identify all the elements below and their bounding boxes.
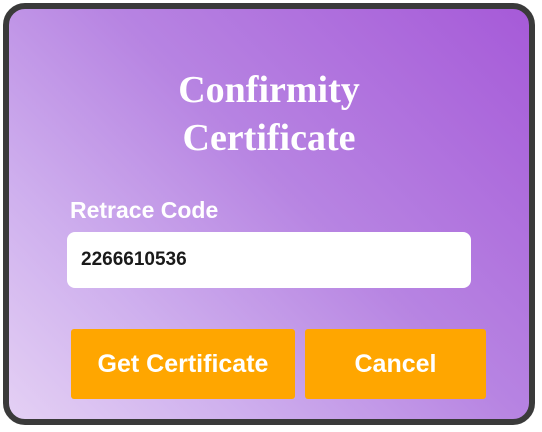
dialog-title: Confirmity Certificate [9, 66, 529, 162]
certificate-dialog: Confirmity Certificate Retrace Code Get … [3, 3, 535, 425]
get-certificate-button[interactable]: Get Certificate [71, 329, 295, 399]
dialog-title-line-1: Confirmity [178, 69, 360, 111]
cancel-button[interactable]: Cancel [305, 329, 486, 399]
retrace-code-input[interactable] [67, 232, 471, 288]
dialog-title-line-2: Certificate [182, 117, 356, 159]
retrace-code-label: Retrace Code [70, 197, 219, 223]
